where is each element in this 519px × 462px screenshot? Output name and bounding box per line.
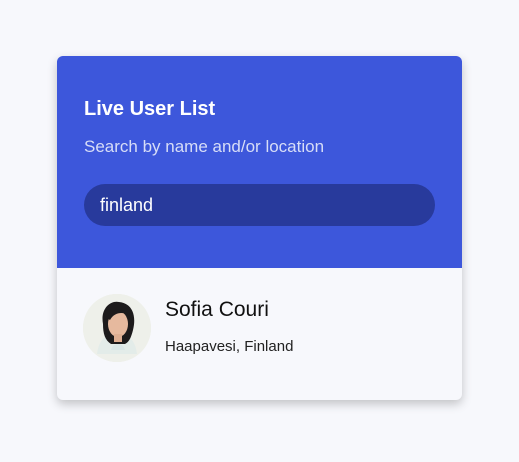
user-list-card: Live User List Search by name and/or loc… [57, 56, 462, 400]
avatar [83, 294, 151, 362]
page-title: Live User List [84, 98, 216, 120]
list-item: Sofia Couri Haapavesi, Finland [57, 268, 462, 400]
user-location: Haapavesi, Finland [165, 338, 294, 355]
search-input[interactable] [84, 184, 435, 226]
user-photo-icon [83, 294, 151, 362]
user-name: Sofia Couri [165, 298, 269, 321]
page-subtitle: Search by name and/or location [84, 137, 325, 156]
card-header: Live User List Search by name and/or loc… [57, 56, 462, 268]
user-list: Sofia Couri Haapavesi, Finland [57, 268, 462, 400]
